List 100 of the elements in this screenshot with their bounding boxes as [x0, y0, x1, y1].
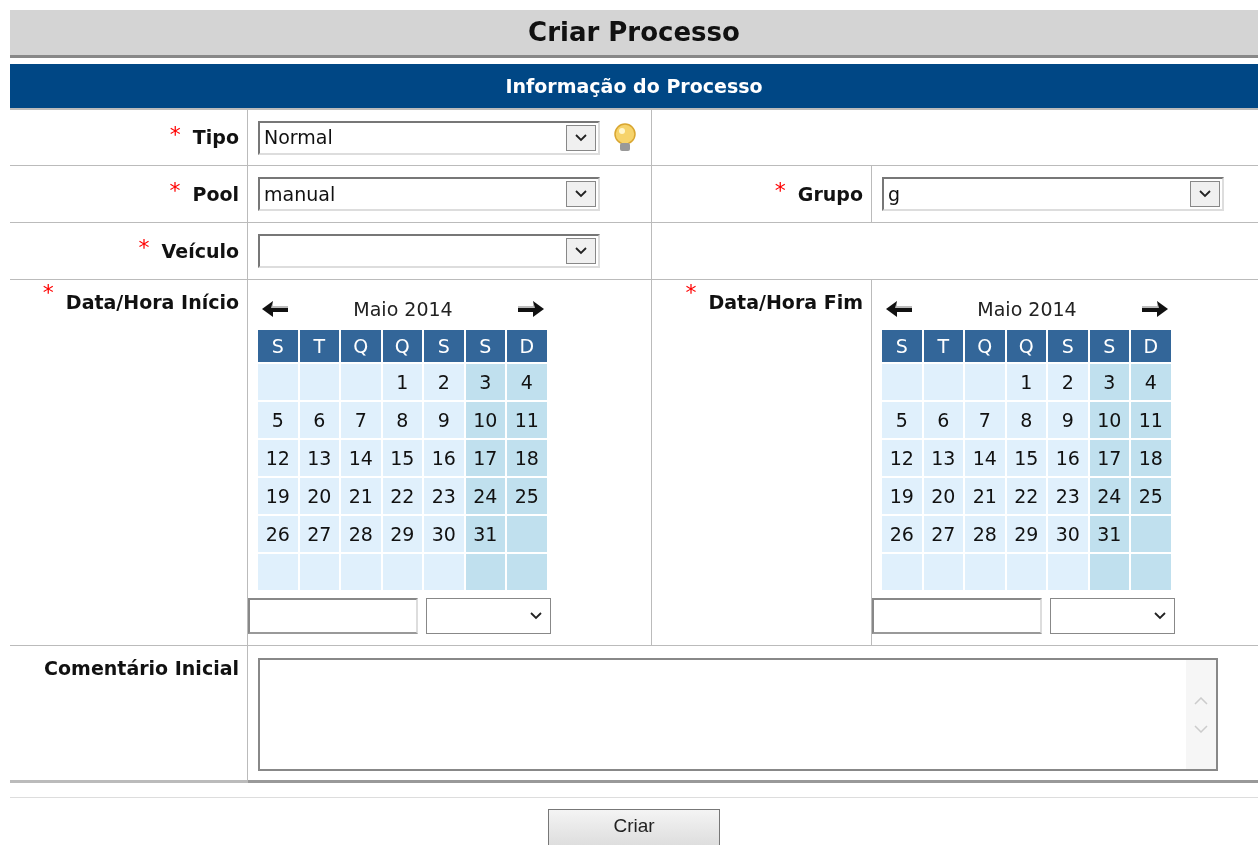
- dropdown-button[interactable]: [1190, 181, 1220, 207]
- select-field[interactable]: g: [882, 177, 1224, 211]
- time-input[interactable]: [872, 598, 1042, 634]
- day-cell[interactable]: 4: [1131, 364, 1171, 400]
- day-cell[interactable]: 8: [1006, 402, 1046, 438]
- dropdown-button[interactable]: [566, 181, 596, 207]
- day-cell[interactable]: 27: [299, 516, 339, 552]
- required-asterisk: *: [685, 282, 697, 304]
- day-cell[interactable]: 17: [465, 440, 505, 476]
- day-cell[interactable]: 3: [465, 364, 505, 400]
- day-cell[interactable]: 20: [299, 478, 339, 514]
- select-value: Normal: [264, 125, 334, 151]
- day-cell[interactable]: 16: [1048, 440, 1088, 476]
- field-label: Pool: [192, 181, 239, 207]
- chevron-icon: [530, 612, 542, 620]
- day-cell[interactable]: 10: [1089, 402, 1129, 438]
- section-title: Informação do Processo: [505, 73, 763, 99]
- day-cell[interactable]: 7: [965, 402, 1005, 438]
- day-cell[interactable]: 15: [382, 440, 422, 476]
- day-cell[interactable]: 22: [1006, 478, 1046, 514]
- day-cell[interactable]: 18: [1131, 440, 1171, 476]
- day-cell[interactable]: 31: [465, 516, 505, 552]
- day-cell[interactable]: 25: [1131, 478, 1171, 514]
- day-cell[interactable]: 3: [1089, 364, 1129, 400]
- day-cell[interactable]: 15: [1006, 440, 1046, 476]
- day-cell[interactable]: 27: [923, 516, 963, 552]
- day-cell[interactable]: 11: [1131, 402, 1171, 438]
- day-cell[interactable]: 9: [424, 402, 464, 438]
- day-cell[interactable]: 29: [1006, 516, 1046, 552]
- day-cell[interactable]: 26: [882, 516, 922, 552]
- day-cell[interactable]: 11: [507, 402, 547, 438]
- time-select[interactable]: [426, 598, 551, 634]
- required-asterisk: *: [138, 237, 150, 259]
- day-cell[interactable]: 29: [382, 516, 422, 552]
- weekday-header: S: [1089, 330, 1129, 362]
- day-cell[interactable]: 5: [882, 402, 922, 438]
- day-cell[interactable]: 2: [1048, 364, 1088, 400]
- chevron-icon: [575, 247, 587, 255]
- day-cell[interactable]: 21: [341, 478, 381, 514]
- lightbulb-icon[interactable]: [612, 122, 638, 153]
- day-cell[interactable]: 30: [424, 516, 464, 552]
- month-title: Maio 2014: [977, 296, 1077, 322]
- select-field[interactable]: Normal: [258, 120, 600, 155]
- day-cell[interactable]: 1: [382, 364, 422, 400]
- day-cell[interactable]: 10: [465, 402, 505, 438]
- day-cell[interactable]: 28: [965, 516, 1005, 552]
- create-button[interactable]: Criar: [548, 809, 720, 845]
- day-cell[interactable]: 24: [1089, 478, 1129, 514]
- select-value: manual: [264, 181, 337, 207]
- day-cell[interactable]: 9: [1048, 402, 1088, 438]
- day-cell[interactable]: 2: [424, 364, 464, 400]
- day-cell[interactable]: 12: [258, 440, 298, 476]
- dropdown-button[interactable]: [566, 238, 596, 264]
- previous-month-arrow-icon[interactable]: [260, 299, 290, 319]
- day-cell[interactable]: 1: [1006, 364, 1046, 400]
- day-cell[interactable]: 22: [382, 478, 422, 514]
- select-field[interactable]: manual: [258, 177, 600, 211]
- day-cell[interactable]: 12: [882, 440, 922, 476]
- weekday-header: D: [507, 330, 547, 362]
- day-cell[interactable]: 6: [299, 402, 339, 438]
- weekday-header: S: [1048, 330, 1088, 362]
- day-cell[interactable]: 4: [507, 364, 547, 400]
- required-asterisk: *: [169, 180, 181, 202]
- day-cell[interactable]: 14: [341, 440, 381, 476]
- day-cell[interactable]: 24: [465, 478, 505, 514]
- day-cell[interactable]: 7: [341, 402, 381, 438]
- select-value: g: [888, 181, 902, 207]
- previous-month-arrow-icon[interactable]: [884, 299, 914, 319]
- day-cell[interactable]: 23: [424, 478, 464, 514]
- chevron-icon: [1199, 190, 1211, 198]
- time-select[interactable]: [1050, 598, 1175, 634]
- day-cell[interactable]: 20: [923, 478, 963, 514]
- day-cell[interactable]: 30: [1048, 516, 1088, 552]
- day-cell[interactable]: 28: [341, 516, 381, 552]
- day-cell[interactable]: 19: [258, 478, 298, 514]
- weekday-header: S: [465, 330, 505, 362]
- dropdown-button[interactable]: [566, 124, 596, 151]
- day-cell[interactable]: 25: [507, 478, 547, 514]
- day-cell[interactable]: 26: [258, 516, 298, 552]
- day-cell[interactable]: 8: [382, 402, 422, 438]
- next-month-arrow-icon[interactable]: [1140, 299, 1170, 319]
- day-cell[interactable]: 31: [1089, 516, 1129, 552]
- time-input[interactable]: [248, 598, 418, 634]
- comment-textarea[interactable]: [258, 658, 1218, 771]
- day-cell[interactable]: 16: [424, 440, 464, 476]
- day-cell[interactable]: 23: [1048, 478, 1088, 514]
- day-cell[interactable]: 13: [923, 440, 963, 476]
- day-cell[interactable]: 17: [1089, 440, 1129, 476]
- day-cell[interactable]: 21: [965, 478, 1005, 514]
- day-cell[interactable]: 5: [258, 402, 298, 438]
- select-field[interactable]: [258, 234, 600, 268]
- day-cell[interactable]: 13: [299, 440, 339, 476]
- page-title: Criar Processo: [528, 16, 740, 49]
- weekday-header: S: [882, 330, 922, 362]
- chevron-icon: [575, 190, 587, 198]
- next-month-arrow-icon[interactable]: [516, 299, 546, 319]
- day-cell[interactable]: 6: [923, 402, 963, 438]
- day-cell[interactable]: 14: [965, 440, 1005, 476]
- day-cell[interactable]: 19: [882, 478, 922, 514]
- day-cell[interactable]: 18: [507, 440, 547, 476]
